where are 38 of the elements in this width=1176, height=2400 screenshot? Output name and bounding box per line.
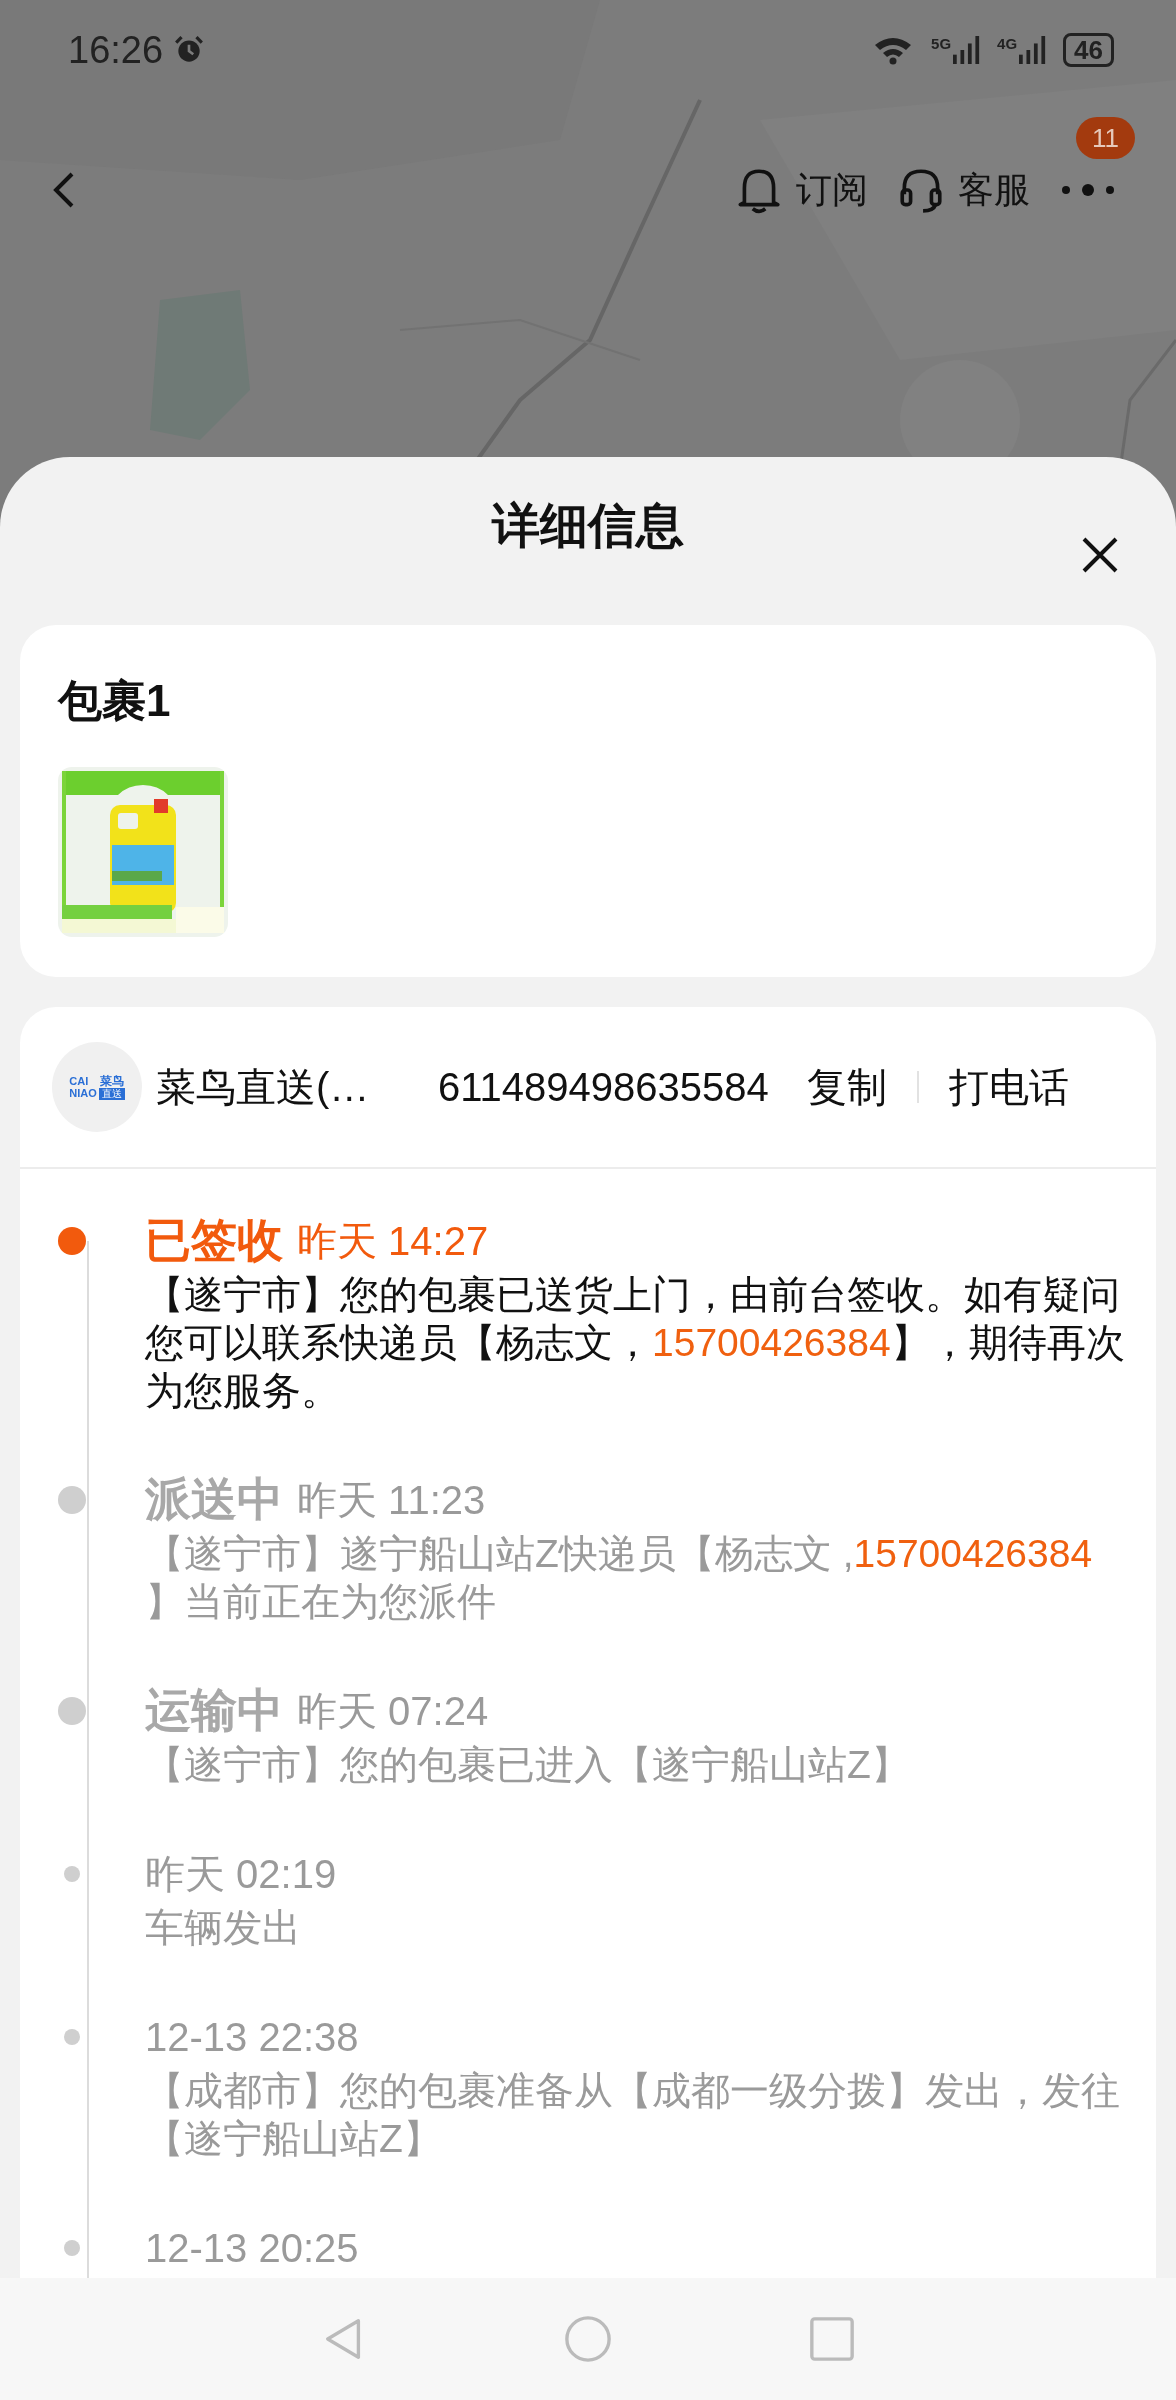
more-icon[interactable] [1060, 183, 1116, 197]
phone-link[interactable]: 15700426384 [853, 1532, 1093, 1575]
call-link[interactable]: 打电话 [948, 1059, 1069, 1115]
logo-text: CAI [69, 1075, 90, 1087]
event-time: 12-13 22:38 [145, 2014, 359, 2060]
copy-link[interactable]: 复制 [806, 1059, 887, 1115]
phone-link[interactable]: 15700426384 [652, 1321, 891, 1364]
back-icon[interactable] [52, 170, 76, 210]
event-status: 运输中 [145, 1683, 283, 1738]
network-label: 4G [997, 35, 1018, 52]
event-description: 【遂宁市】遂宁船山站Z快递员【杨志文 ,15700426384 】当前正在为您派件 [145, 1531, 1094, 1625]
courier-name: 菜鸟直送(… [156, 1063, 371, 1111]
tracking-number: 611489498635584 [438, 1064, 769, 1110]
event-description: 【成都市】您的包裹准备从【成都一级分拨】发出，发往【遂宁船山站Z】 [145, 2068, 1121, 2162]
event-time: 12-13 20:25 [145, 2225, 359, 2271]
event-description: 车辆发出 [145, 1905, 302, 1951]
event-status: 已签收 [145, 1213, 283, 1268]
nav-action-label[interactable]: 订阅 [796, 165, 868, 215]
event-time: 昨天 07:24 [297, 1687, 489, 1735]
wifi-icon [873, 35, 914, 65]
event-description: 【遂宁市】您的包裹已进入【遂宁船山站Z】 [145, 1742, 911, 1788]
signal-icon [953, 35, 982, 65]
event-time: 昨天 14:27 [297, 1217, 489, 1265]
close-icon[interactable] [1080, 535, 1120, 575]
network-label: 5G [931, 35, 952, 52]
package-title: 包裹1 [58, 675, 172, 727]
logo-text: NIAO [69, 1087, 97, 1099]
event-time: 昨天 11:23 [297, 1476, 486, 1524]
event-status: 派送中 [145, 1472, 283, 1527]
event-time: 昨天 02:19 [145, 1850, 337, 1898]
nav-action-label[interactable]: 客服 [958, 165, 1030, 215]
signal-icon [1019, 35, 1048, 65]
battery-indicator: 46 [1063, 33, 1114, 67]
event-description: 【遂宁市】您的包裹已送货上门，由前台签收。如有疑问您可以联系快递员【杨志文，15700426384】，期待再次为您服务。 [145, 1272, 1126, 1414]
sheet-title: 详细信息 [492, 498, 684, 554]
logo-text: 菜鸟 [99, 1074, 124, 1088]
logo-tag: 直送 [98, 1088, 125, 1100]
status-time: 16:26 [68, 28, 164, 72]
